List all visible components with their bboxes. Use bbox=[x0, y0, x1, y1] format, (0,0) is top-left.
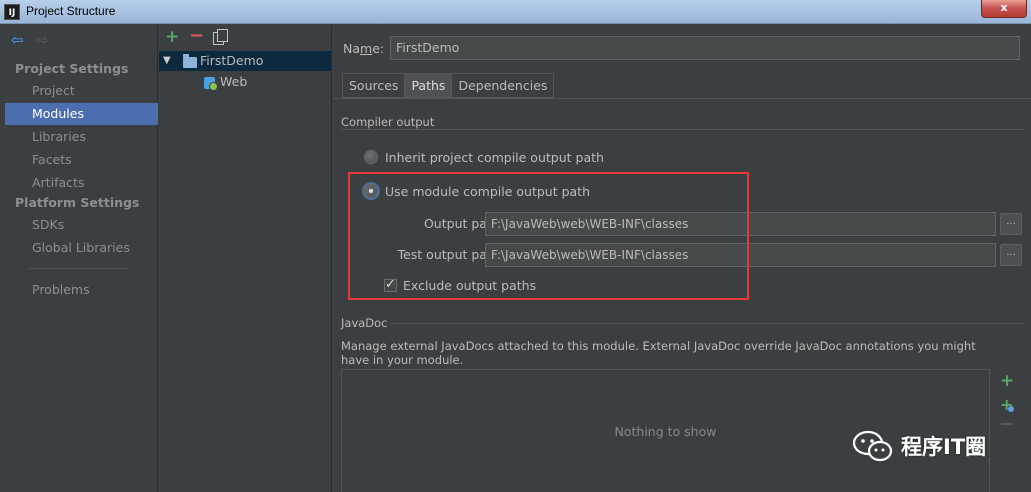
sidebar-item-project[interactable]: Project bbox=[5, 80, 158, 102]
add-javadoc-url-icon[interactable]: + bbox=[1000, 397, 1015, 413]
web-facet-icon bbox=[204, 77, 218, 91]
remove-module-minus-icon[interactable]: − bbox=[189, 27, 204, 45]
tab-paths[interactable]: Paths bbox=[404, 73, 452, 98]
module-name-label: Name: bbox=[343, 41, 385, 56]
settings-sidebar: ⇦ ⇨ Project Settings Project Modules Lib… bbox=[0, 25, 158, 492]
forward-arrow-icon[interactable]: ⇨ bbox=[36, 33, 49, 48]
module-name-input[interactable]: FirstDemo bbox=[390, 36, 1020, 60]
javadoc-description: Manage external JavaDocs attached to thi… bbox=[341, 339, 976, 367]
group-divider bbox=[341, 129, 1023, 130]
test-output-path-browse-button[interactable]: ... bbox=[1000, 244, 1022, 266]
tab-sources[interactable]: Sources bbox=[342, 73, 405, 98]
module-settings-panel: Name: FirstDemo Sources Paths Dependenci… bbox=[333, 25, 1031, 492]
tree-node-label: FirstDemo bbox=[200, 53, 264, 68]
add-javadoc-plus-icon[interactable]: + bbox=[1000, 373, 1014, 390]
javadoc-group-label: JavaDoc bbox=[341, 316, 388, 330]
wechat-logo-icon bbox=[852, 430, 893, 462]
tab-dependencies[interactable]: Dependencies bbox=[451, 73, 555, 98]
compiler-output-group-label: Compiler output bbox=[341, 115, 435, 129]
sidebar-item-modules[interactable]: Modules bbox=[5, 103, 158, 125]
sidebar-divider bbox=[28, 268, 128, 269]
inherit-output-label[interactable]: Inherit project compile output path bbox=[385, 150, 604, 165]
tree-node-label: Web bbox=[220, 74, 248, 89]
sidebar-item-facets[interactable]: Facets bbox=[5, 149, 158, 171]
red-highlight-annotation bbox=[348, 172, 749, 300]
sidebar-item-libraries[interactable]: Libraries bbox=[5, 126, 158, 148]
watermark-text: 程序IT圈 bbox=[901, 435, 987, 459]
module-tabs: Sources Paths Dependencies bbox=[342, 73, 555, 98]
tabs-divider bbox=[333, 98, 1031, 99]
group-divider bbox=[391, 323, 1023, 324]
tree-node-firstdemo[interactable]: ▼ FirstDemo bbox=[159, 51, 331, 71]
close-window-button[interactable] bbox=[981, 0, 1027, 18]
platform-settings-heading: Platform Settings bbox=[15, 195, 140, 210]
sidebar-item-problems[interactable]: Problems bbox=[5, 279, 158, 301]
module-tree-panel: + − ▼ FirstDemo Web bbox=[159, 25, 332, 492]
inherit-output-radio[interactable] bbox=[364, 150, 378, 164]
tree-node-web[interactable]: Web bbox=[159, 72, 331, 92]
copy-module-icon[interactable] bbox=[213, 29, 228, 45]
sidebar-item-global-libraries[interactable]: Global Libraries bbox=[5, 237, 158, 259]
add-module-plus-icon[interactable]: + bbox=[165, 28, 179, 46]
module-folder-icon bbox=[183, 54, 197, 68]
title-bar: IJ Project Structure bbox=[0, 0, 1031, 24]
output-path-browse-button[interactable]: ... bbox=[1000, 213, 1022, 235]
intellij-app-icon: IJ bbox=[4, 4, 20, 20]
remove-javadoc-minus-icon[interactable] bbox=[1001, 423, 1012, 425]
project-settings-heading: Project Settings bbox=[15, 61, 129, 76]
back-arrow-icon[interactable]: ⇦ bbox=[11, 33, 24, 48]
expand-caret-icon[interactable]: ▼ bbox=[163, 51, 171, 71]
sidebar-item-artifacts[interactable]: Artifacts bbox=[5, 172, 158, 194]
window-title: Project Structure bbox=[26, 4, 116, 18]
sidebar-item-sdks[interactable]: SDKs bbox=[5, 214, 158, 236]
